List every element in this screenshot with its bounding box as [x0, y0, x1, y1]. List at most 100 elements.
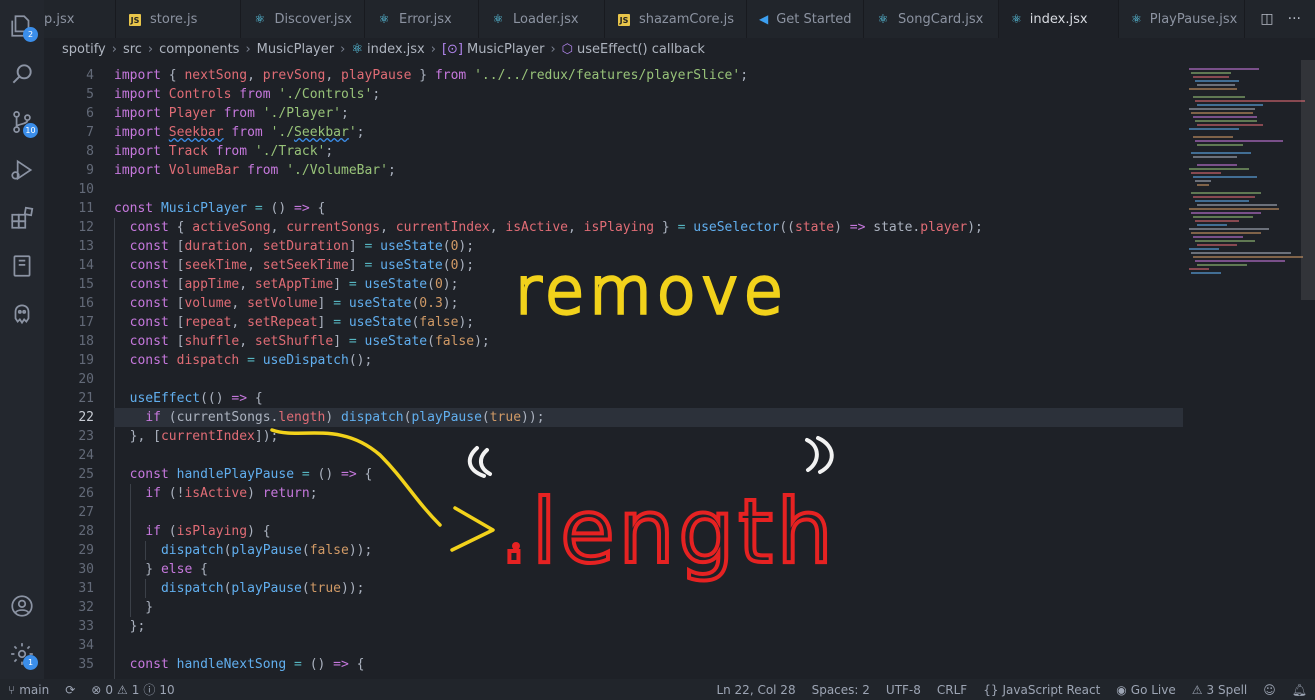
go-live-button[interactable]: ◉ Go Live — [1108, 683, 1183, 697]
code-token: dispatch — [341, 410, 404, 425]
code-line[interactable] — [114, 503, 1183, 522]
branch-indicator[interactable]: ⑂ main — [0, 683, 57, 697]
settings-gear-icon[interactable]: 1 — [6, 638, 38, 670]
breadcrumb-item[interactable]: MusicPlayer — [467, 42, 544, 57]
breadcrumb-item[interactable]: spotify — [62, 42, 106, 57]
code-line[interactable]: const [repeat, setRepeat] = useState(fal… — [114, 313, 1183, 332]
problems-indicator[interactable]: ⊗ 0 ⚠ 1 ⓘ 10 — [83, 681, 182, 698]
code-line[interactable]: import VolumeBar from './VolumeBar'; — [114, 161, 1183, 180]
code-token: if — [145, 410, 169, 425]
minimap-line — [1189, 208, 1279, 210]
notifications-button[interactable]: 🔔︎ — [1284, 683, 1315, 697]
search-icon[interactable] — [6, 58, 38, 90]
extensions-icon[interactable] — [6, 202, 38, 234]
code-token: appTime — [184, 277, 240, 292]
tab-songcard[interactable]: ⚛ SongCard.jsx — [864, 0, 999, 38]
tab-store[interactable]: JS store.js — [116, 0, 241, 38]
code-line[interactable]: const [duration, setDuration] = useState… — [114, 237, 1183, 256]
code-token: ] — [317, 296, 334, 311]
tab-error[interactable]: ⚛ Error.jsx — [365, 0, 479, 38]
code-line[interactable]: const [appTime, setAppTime] = useState(0… — [114, 275, 1183, 294]
code-line[interactable]: useEffect(() => { — [114, 389, 1183, 408]
code-line[interactable] — [114, 180, 1183, 199]
breadcrumb-item[interactable]: MusicPlayer — [257, 42, 334, 57]
code-line[interactable]: } else { — [114, 560, 1183, 579]
cursor-position[interactable]: Ln 22, Col 28 — [708, 683, 803, 697]
code-line[interactable]: import Controls from './Controls'; — [114, 85, 1183, 104]
code-line[interactable]: const handlePlayPause = () => { — [114, 465, 1183, 484]
code-token: (currentSongs. — [168, 410, 279, 425]
code-line[interactable] — [114, 446, 1183, 465]
indentation[interactable]: Spaces: 2 — [804, 683, 878, 697]
language-mode[interactable]: {} JavaScript React — [975, 683, 1108, 697]
tab-app[interactable]: p.jsx — [44, 0, 116, 38]
tab-shazamcore[interactable]: JS shazamCore.js — [605, 0, 747, 38]
minimap-line — [1195, 80, 1239, 82]
run-debug-icon[interactable] — [6, 154, 38, 186]
account-icon[interactable] — [6, 590, 38, 622]
end-of-line[interactable]: CRLF — [929, 683, 975, 697]
spell-check[interactable]: ⚠ 3 Spell — [1184, 683, 1256, 697]
code-line[interactable]: const handleNextSong = () => { — [114, 655, 1183, 674]
code-editor[interactable]: 4 5 6 7 8 9 10 11 12 13 14 15 16 17 18 19 20 21 22 23 24 25 26… — [44, 60, 1183, 679]
tab-index[interactable]: ⚛ index.jsx — [999, 0, 1119, 38]
sync-button[interactable]: ⟳ — [57, 683, 83, 697]
line-number: 6 — [86, 106, 94, 121]
explorer-badge: 2 — [23, 27, 38, 42]
tab-loader[interactable]: ⚛ Loader.jsx — [479, 0, 605, 38]
code-token: ( — [427, 277, 435, 292]
code-token: true — [489, 410, 522, 425]
code-token: = — [239, 353, 263, 368]
code-line[interactable]: dispatch(playPause(true)); — [114, 579, 1183, 598]
encoding[interactable]: UTF-8 — [878, 683, 929, 697]
notebook-icon[interactable] — [6, 250, 38, 282]
code-line[interactable]: import { nextSong, prevSong, playPause }… — [114, 66, 1183, 85]
tab-playpause[interactable]: ⚛ PlayPause.jsx — [1119, 0, 1245, 38]
minimap-line — [1191, 272, 1221, 274]
code-line[interactable]: const { activeSong, currentSongs, curren… — [114, 218, 1183, 237]
breadcrumb-item[interactable]: index.jsx — [367, 42, 425, 57]
code-line[interactable]: if (currentSongs.length) dispatch (playPa… — [114, 408, 1183, 427]
minimap[interactable] — [1183, 60, 1315, 679]
code-line[interactable]: if (isPlaying) { — [114, 522, 1183, 541]
more-actions-icon[interactable]: ··· — [1288, 11, 1301, 27]
code-line[interactable]: import Track from './Track'; — [114, 142, 1183, 161]
code-token: setRepeat — [247, 315, 318, 330]
code-line[interactable]: const [volume, setVolume] = useState(0.3… — [114, 294, 1183, 313]
source-control-icon[interactable]: 10 — [6, 106, 38, 138]
code-token: (); — [348, 353, 373, 368]
code-token: useState — [348, 296, 412, 311]
code-line[interactable]: import Seekbar from './Seekbar'; — [114, 123, 1183, 142]
code-token: ); — [442, 277, 459, 292]
code-line[interactable]: const [seekTime, setSeekTime] = useState… — [114, 256, 1183, 275]
code-line[interactable]: }, [currentIndex]); — [114, 427, 1183, 446]
code-token: ] — [317, 315, 334, 330]
code-token: seekTime — [184, 258, 248, 273]
code-line[interactable] — [114, 370, 1183, 389]
scrollbar-thumb[interactable] — [1301, 60, 1315, 300]
breadcrumb-item[interactable]: useEffect() callback — [577, 42, 705, 57]
code-line[interactable]: dispatch(playPause(false)); — [114, 541, 1183, 560]
code-line[interactable]: if (!isActive) return; — [114, 484, 1183, 503]
tab-discover[interactable]: ⚛ Discover.jsx — [241, 0, 365, 38]
tab-label: Error.jsx — [399, 11, 452, 27]
code-line[interactable]: import Player from './Player'; — [114, 104, 1183, 123]
minimap-line — [1189, 128, 1239, 130]
code-line[interactable]: const MusicPlayer = () => { — [114, 199, 1183, 218]
code-line[interactable]: } — [114, 598, 1183, 617]
code-lines[interactable]: import { nextSong, prevSong, playPause }… — [114, 66, 1183, 679]
code-token: isPlaying — [176, 524, 248, 539]
code-line[interactable] — [114, 636, 1183, 655]
github-icon[interactable] — [6, 298, 38, 330]
feedback-button[interactable]: ☺ — [1255, 683, 1284, 697]
code-line[interactable]: }; — [114, 617, 1183, 636]
tab-get-started[interactable]: ◀ Get Started — [747, 0, 864, 38]
breadcrumb-item[interactable]: components — [159, 42, 239, 57]
split-editor-icon[interactable]: ◫ — [1260, 11, 1273, 27]
breadcrumb-item[interactable]: src — [123, 42, 142, 57]
minimap-line — [1191, 112, 1253, 114]
explorer-icon[interactable]: 2 — [6, 10, 38, 42]
code-line[interactable]: const [shuffle, setShuffle] = useState(f… — [114, 332, 1183, 351]
code-line[interactable]: const dispatch = useDispatch(); — [114, 351, 1183, 370]
